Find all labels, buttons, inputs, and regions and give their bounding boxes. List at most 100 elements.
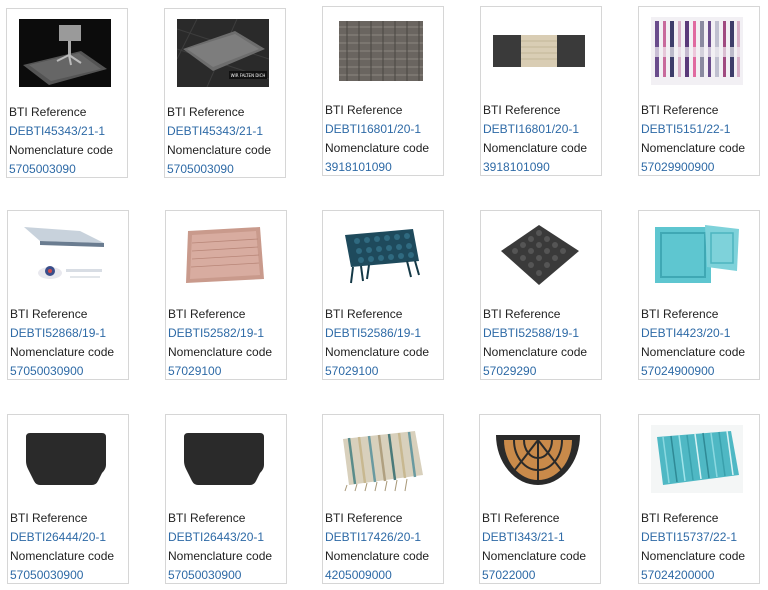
product-image-coir-doormat[interactable] xyxy=(492,425,584,493)
black-mat-image xyxy=(20,425,112,493)
product-card[interactable]: BTI Reference DEBTI45343/21-1 Nomenclatu… xyxy=(6,8,128,178)
product-image-chair-mat[interactable] xyxy=(19,19,111,87)
product-image-runner[interactable] xyxy=(493,17,585,85)
bti-reference-link[interactable]: DEBTI52582/19-1 xyxy=(168,324,264,343)
nomenclature-code-link[interactable]: 57022000 xyxy=(482,566,535,585)
rag-rugs-image xyxy=(651,17,743,85)
nomenclature-code-label: Nomenclature code xyxy=(325,141,430,155)
product-card[interactable]: BTI Reference DEBTI52582/19-1 Nomenclatu… xyxy=(165,210,287,380)
bti-reference-label: BTI Reference xyxy=(10,307,88,321)
product-image-turquoise-mats[interactable] xyxy=(651,221,743,289)
bti-reference-link[interactable]: DEBTI26444/20-1 xyxy=(10,528,106,547)
nomenclature-code-label: Nomenclature code xyxy=(325,345,430,359)
bti-reference-link[interactable]: DEBTI26443/20-1 xyxy=(168,528,264,547)
bti-reference-link[interactable]: DEBTI343/21-1 xyxy=(482,528,565,547)
nomenclature-code-link[interactable]: 57050030900 xyxy=(10,362,83,381)
nomenclature-code-link[interactable]: 57024900900 xyxy=(641,362,714,381)
nomenclature-code-link[interactable]: 57024200000 xyxy=(641,566,714,585)
bti-reference-link[interactable]: DEBTI16801/20-1 xyxy=(325,120,421,139)
nomenclature-code-link[interactable]: 3918101090 xyxy=(483,158,550,177)
nomenclature-code-label: Nomenclature code xyxy=(641,549,746,563)
product-card[interactable]: WIR FALTEN DICH BTI Reference DEBTI45343… xyxy=(164,8,286,178)
product-image-black-mat[interactable] xyxy=(178,425,270,493)
turquoise-mats-image xyxy=(651,221,743,289)
bti-reference-label: BTI Reference xyxy=(325,103,403,117)
product-card[interactable]: BTI Reference DEBTI52586/19-1 Nomenclatu… xyxy=(322,210,444,380)
product-card[interactable]: BTI Reference DEBTI343/21-1 Nomenclature… xyxy=(479,414,601,584)
fringed-rug-image xyxy=(335,221,427,289)
coir-doormat-image xyxy=(492,425,584,493)
bti-reference-link[interactable]: DEBTI45343/21-1 xyxy=(9,122,105,141)
product-card[interactable]: BTI Reference DEBTI17426/20-1 Nomenclatu… xyxy=(322,414,444,584)
bti-reference-label: BTI Reference xyxy=(325,511,403,525)
bti-reference-label: BTI Reference xyxy=(168,511,246,525)
nomenclature-code-label: Nomenclature code xyxy=(483,345,588,359)
bti-reference-link[interactable]: DEBTI15737/22-1 xyxy=(641,528,737,547)
chair-mat-image xyxy=(19,19,111,87)
mat-on-floor-image: WIR FALTEN DICH xyxy=(177,19,269,87)
product-image-fringed-rug[interactable] xyxy=(335,221,427,289)
nomenclature-code-link[interactable]: 5705003090 xyxy=(9,160,76,179)
nomenclature-code-link[interactable]: 57029100 xyxy=(325,362,378,381)
nomenclature-code-link[interactable]: 57050030900 xyxy=(10,566,83,585)
bti-reference-label: BTI Reference xyxy=(325,307,403,321)
product-card[interactable]: BTI Reference DEBTI26443/20-1 Nomenclatu… xyxy=(165,414,287,584)
nomenclature-code-link[interactable]: 57029100 xyxy=(168,362,221,381)
nomenclature-code-link[interactable]: 4205009000 xyxy=(325,566,392,585)
bti-reference-link[interactable]: DEBTI52868/19-1 xyxy=(10,324,106,343)
bti-reference-link[interactable]: DEBTI5151/22-1 xyxy=(641,120,730,139)
bti-reference-label: BTI Reference xyxy=(482,511,560,525)
nomenclature-code-label: Nomenclature code xyxy=(168,549,273,563)
bti-reference-label: BTI Reference xyxy=(641,511,719,525)
bti-reference-link[interactable]: DEBTI16801/20-1 xyxy=(483,120,579,139)
product-card[interactable]: BTI Reference DEBTI16801/20-1 Nomenclatu… xyxy=(322,6,444,176)
nomenclature-code-label: Nomenclature code xyxy=(641,141,746,155)
nomenclature-code-label: Nomenclature code xyxy=(168,345,273,359)
product-card[interactable]: BTI Reference DEBTI4423/20-1 Nomenclatur… xyxy=(638,210,760,380)
bti-reference-label: BTI Reference xyxy=(483,307,561,321)
bti-reference-label: BTI Reference xyxy=(641,307,719,321)
nomenclature-code-link[interactable]: 5705003090 xyxy=(167,160,234,179)
bti-reference-link[interactable]: DEBTI4423/20-1 xyxy=(641,324,730,343)
product-card[interactable]: BTI Reference DEBTI52868/19-1 Nomenclatu… xyxy=(7,210,129,380)
nomenclature-code-link[interactable]: 57050030900 xyxy=(168,566,241,585)
product-card[interactable]: BTI Reference DEBTI5151/22-1 Nomenclatur… xyxy=(638,6,760,176)
nomenclature-code-label: Nomenclature code xyxy=(641,345,746,359)
bti-reference-link[interactable]: DEBTI52588/19-1 xyxy=(483,324,579,343)
product-image-sheet-disc[interactable] xyxy=(20,221,112,289)
product-image-pink-mat[interactable] xyxy=(178,221,270,289)
nomenclature-code-label: Nomenclature code xyxy=(10,549,115,563)
nomenclature-code-label: Nomenclature code xyxy=(167,143,272,157)
nomenclature-code-label: Nomenclature code xyxy=(483,141,588,155)
nomenclature-code-link[interactable]: 57029290 xyxy=(483,362,536,381)
product-image-black-mat[interactable] xyxy=(20,425,112,493)
striped-rug-image xyxy=(335,425,427,493)
product-card[interactable]: BTI Reference DEBTI15737/22-1 Nomenclatu… xyxy=(638,414,760,584)
bti-reference-label: BTI Reference xyxy=(483,103,561,117)
product-image-knitted-mat[interactable] xyxy=(493,221,585,289)
product-image-striped-rug[interactable] xyxy=(335,425,427,493)
knitted-mat-image xyxy=(493,221,585,289)
product-image-rag-rugs[interactable] xyxy=(651,17,743,85)
bti-reference-link[interactable]: DEBTI17426/20-1 xyxy=(325,528,421,547)
shag-rug-image xyxy=(651,425,743,493)
woven-sample-image xyxy=(339,21,423,81)
product-card[interactable]: BTI Reference DEBTI16801/20-1 Nomenclatu… xyxy=(480,6,602,176)
product-image-shag-rug[interactable] xyxy=(651,425,743,493)
bti-reference-link[interactable]: DEBTI45343/21-1 xyxy=(167,122,263,141)
nomenclature-code-label: Nomenclature code xyxy=(325,549,430,563)
nomenclature-code-label: Nomenclature code xyxy=(482,549,587,563)
product-card[interactable]: BTI Reference DEBTI26444/20-1 Nomenclatu… xyxy=(7,414,129,584)
nomenclature-code-link[interactable]: 3918101090 xyxy=(325,158,392,177)
nomenclature-code-label: Nomenclature code xyxy=(10,345,115,359)
bti-reference-label: BTI Reference xyxy=(168,307,246,321)
black-mat-image xyxy=(178,425,270,493)
runner-image xyxy=(493,35,585,67)
nomenclature-code-link[interactable]: 57029900900 xyxy=(641,158,714,177)
bti-reference-link[interactable]: DEBTI52586/19-1 xyxy=(325,324,421,343)
nomenclature-code-label: Nomenclature code xyxy=(9,143,114,157)
bti-reference-label: BTI Reference xyxy=(167,105,245,119)
product-image-mat-on-floor[interactable]: WIR FALTEN DICH xyxy=(177,19,269,87)
product-image-woven-sample[interactable] xyxy=(335,17,427,85)
product-card[interactable]: BTI Reference DEBTI52588/19-1 Nomenclatu… xyxy=(480,210,602,380)
